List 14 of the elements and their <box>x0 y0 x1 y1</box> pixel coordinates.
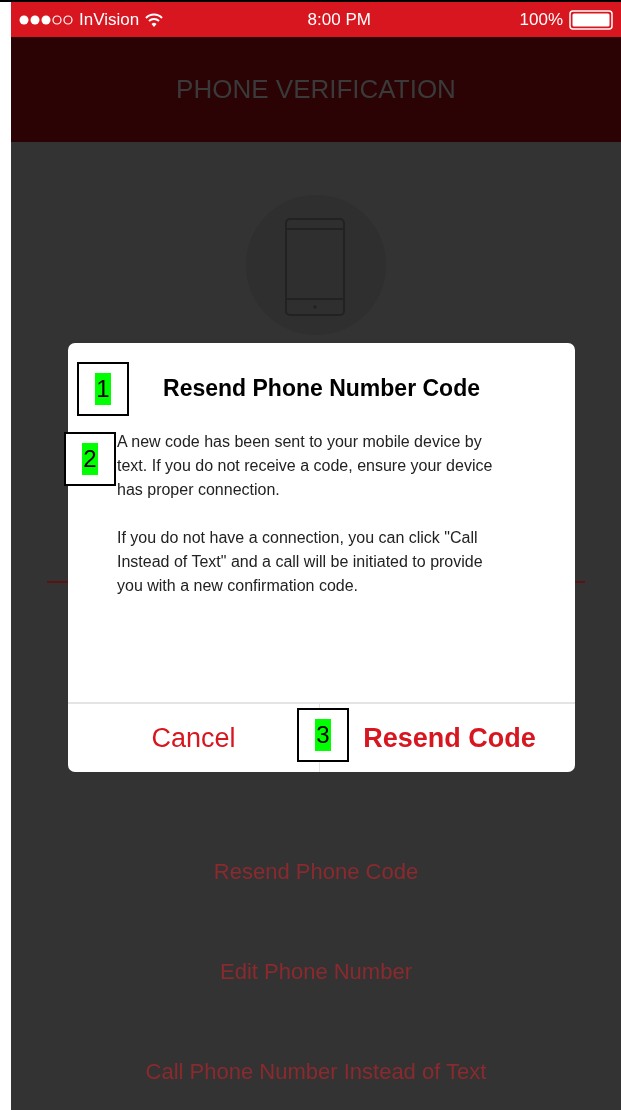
option-link[interactable]: Edit Phone Number <box>220 959 412 985</box>
carrier-name: InVision <box>79 8 140 31</box>
option-link[interactable]: Resend Phone Code <box>213 859 419 885</box>
dialog-title: Resend Phone Number Code <box>163 374 480 403</box>
annotation-tooltip: 2 <box>64 432 116 486</box>
dialog-message: A new code has been sent to your mobile device by text. If you do not receive a code, ensure your device has proper connection. <box>117 431 494 500</box>
dialog-message: If you do not have a connection, you can click "Call Instead of Text" and a call will be initiated to provide you with a new confirmation code. <box>117 527 484 596</box>
battery-percent: 100% <box>519 8 563 31</box>
status-time: 8:00 PM <box>306 8 372 31</box>
battery-icon <box>569 9 613 30</box>
wifi-icon <box>145 12 164 27</box>
annotation-tooltip: 3 <box>297 708 349 762</box>
option-link[interactable]: Call Phone Number Instead of Text <box>145 1059 487 1085</box>
annotation-tooltip: 1 <box>77 362 129 416</box>
